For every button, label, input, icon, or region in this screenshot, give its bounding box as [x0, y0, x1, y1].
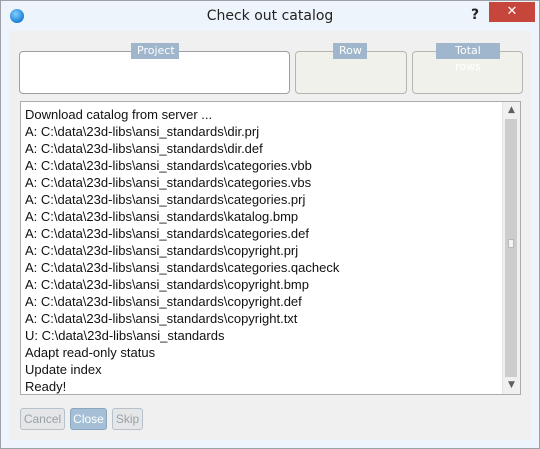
log-output[interactable]: Download catalog from server ... A: C:\da…: [20, 101, 521, 395]
log-line: A: C:\data\23d-libs\ansi_standards\copyr…: [25, 277, 309, 292]
dialog-window: Check out catalog ? ✕ Project Row Total …: [0, 0, 540, 449]
log-line: A: C:\data\23d-libs\ansi_standards\categ…: [25, 192, 306, 207]
log-line: A: C:\data\23d-libs\ansi_standards\copyr…: [25, 294, 302, 309]
row-group: Row: [295, 43, 407, 94]
scroll-down-icon[interactable]: ▼: [503, 377, 520, 394]
dialog-body: Project Row Total rows Download catalog …: [9, 31, 531, 440]
title-bar: Check out catalog ? ✕: [1, 1, 539, 31]
log-line: A: C:\data\23d-libs\ansi_standards\dir.d…: [25, 141, 263, 156]
project-group: Project: [19, 43, 290, 94]
skip-button[interactable]: Skip: [112, 408, 143, 430]
log-line: A: C:\data\23d-libs\ansi_standards\copyr…: [25, 243, 299, 258]
scroll-up-icon[interactable]: ▲: [503, 102, 520, 119]
log-line: Adapt read-only status: [25, 345, 156, 360]
log-line: A: C:\data\23d-libs\ansi_standards\categ…: [25, 260, 340, 275]
log-line: A: C:\data\23d-libs\ansi_standards\categ…: [25, 226, 310, 241]
log-line: Update index: [25, 362, 102, 377]
window-close-button[interactable]: ✕: [489, 2, 535, 22]
vertical-scrollbar[interactable]: ▲ ▼: [502, 102, 520, 394]
log-line: A: C:\data\23d-libs\ansi_standards\copyr…: [25, 311, 298, 326]
grip-icon: [508, 239, 514, 248]
help-button[interactable]: ?: [466, 5, 484, 25]
log-line: A: C:\data\23d-libs\ansi_standards\categ…: [25, 175, 312, 190]
scroll-thumb[interactable]: [505, 119, 517, 377]
log-line: Ready!: [25, 379, 67, 394]
log-line: A: C:\data\23d-libs\ansi_standards\dir.p…: [25, 124, 260, 139]
window-title: Check out catalog: [206, 8, 334, 24]
close-button[interactable]: Close: [70, 408, 107, 430]
cancel-button[interactable]: Cancel: [20, 408, 65, 430]
total-rows-label: Total rows: [436, 43, 500, 73]
log-line: A: C:\data\23d-libs\ansi_standards\categ…: [25, 158, 312, 173]
log-line: Download catalog from server ...: [25, 107, 213, 122]
project-label: Project: [131, 43, 179, 59]
log-line: U: C:\data\23d-libs\ansi_standards: [25, 328, 225, 343]
log-lines: Download catalog from server ... A: C:\da…: [25, 106, 500, 394]
row-label: Row: [333, 43, 367, 59]
log-line: A: C:\data\23d-libs\ansi_standards\katal…: [25, 209, 299, 224]
total-rows-group: Total rows: [412, 43, 523, 94]
